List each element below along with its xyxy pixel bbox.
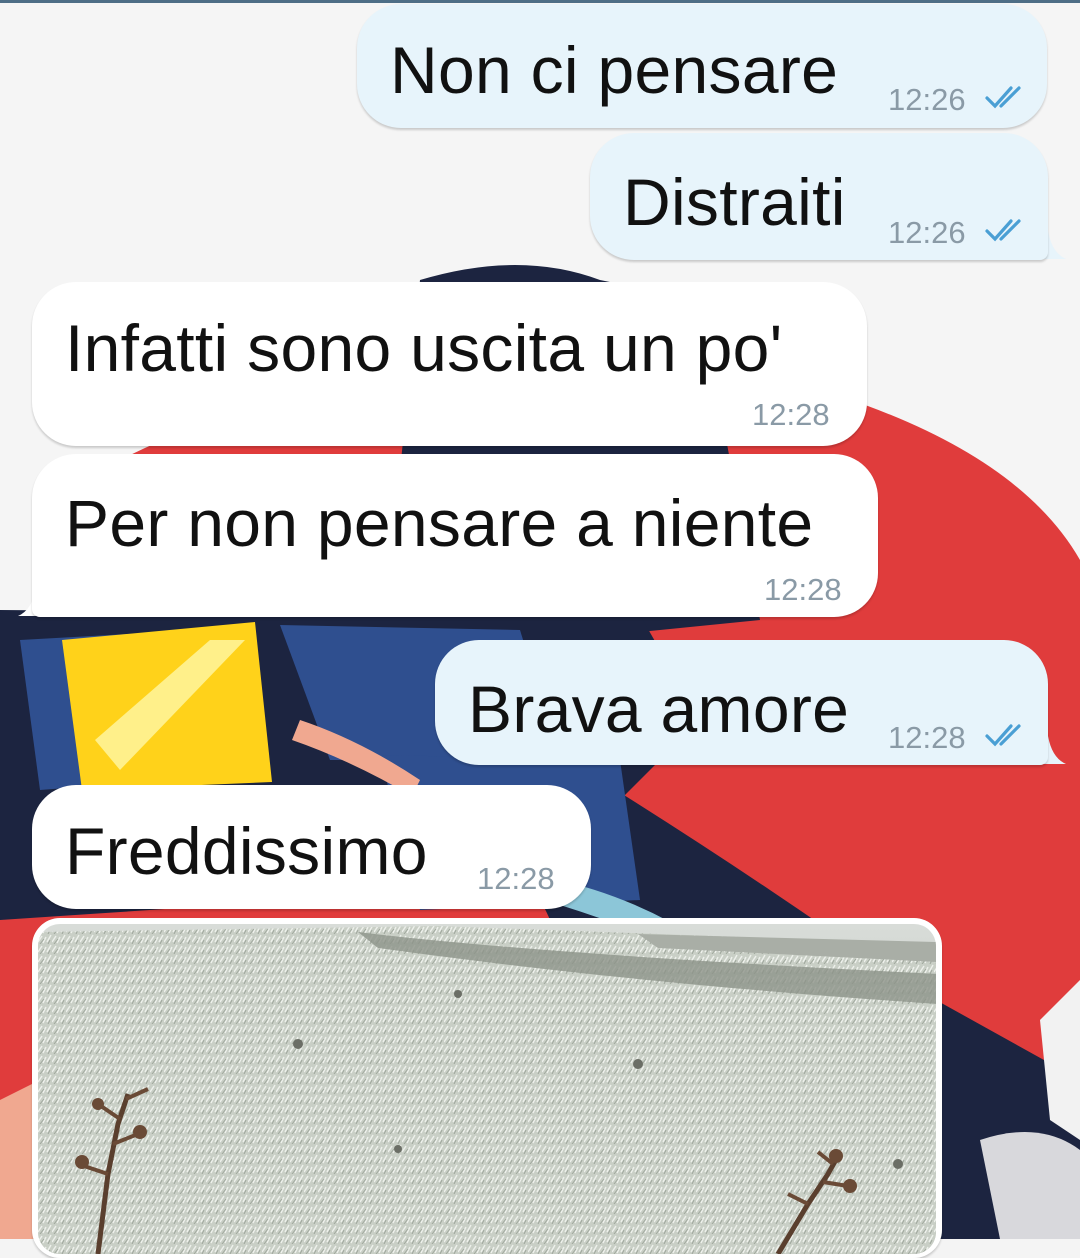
message-text: Distraiti — [623, 165, 846, 239]
photo-message-bubble[interactable] — [32, 918, 942, 1258]
message-text: Brava amore — [468, 672, 850, 746]
message-time: 12:28 — [477, 861, 555, 896]
message-text: Non ci pensare — [390, 33, 839, 107]
photo-frost-grass[interactable] — [38, 924, 936, 1254]
message-bubble-outgoing[interactable]: Brava amore 12:28 — [435, 640, 1048, 765]
double-check-icon — [985, 724, 1021, 747]
double-check-icon — [985, 219, 1021, 242]
message-time: 12:28 — [888, 720, 966, 755]
message-time: 12:26 — [888, 215, 966, 250]
message-bubble-outgoing[interactable]: Distraiti 12:26 — [590, 133, 1048, 260]
double-check-icon — [985, 86, 1021, 109]
message-bubble-incoming[interactable]: Per non pensare a niente 12:28 — [32, 454, 878, 617]
top-edge-line — [0, 0, 1080, 3]
message-time: 12:26 — [888, 82, 966, 117]
message-text: Freddissimo — [65, 814, 428, 888]
message-text: Infatti sono uscita un po' — [65, 311, 783, 385]
message-text: Per non pensare a niente — [65, 486, 814, 560]
message-time: 12:28 — [752, 397, 830, 432]
message-bubble-incoming[interactable]: Freddissimo 12:28 — [32, 785, 591, 909]
message-time: 12:28 — [764, 572, 842, 607]
message-bubble-outgoing[interactable]: Non ci pensare 12:26 — [357, 4, 1047, 128]
message-bubble-incoming[interactable]: Infatti sono uscita un po' 12:28 — [32, 282, 867, 446]
